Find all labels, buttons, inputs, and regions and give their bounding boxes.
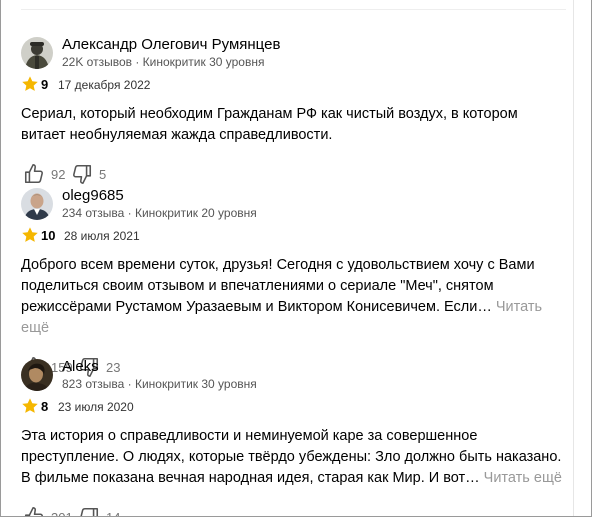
review-text: Эта история о справедливости и неминуемо… [21,426,566,489]
author-meta: 823 отзыва · Кинокритик 30 уровня [62,377,257,391]
divider [21,0,566,10]
dislike-count: 5 [99,166,107,182]
review-card: Aleks 823 отзыва · Кинокритик 30 уровня … [21,358,566,517]
like-button[interactable]: 92 [23,163,65,185]
review-text: Доброго всем времени суток, друзья! Сего… [21,255,566,339]
author-name[interactable]: oleg9685 [62,187,124,204]
rating-score: 10 [41,228,56,243]
author-avatar[interactable] [21,37,53,69]
review-text-body: Доброго всем времени суток, друзья! Сего… [21,257,535,315]
thumbs-up-icon [24,507,43,516]
dislike-button[interactable]: 5 [71,163,106,185]
like-count: 301 [51,509,73,517]
author-name[interactable]: Александр Олегович Румянцев [62,36,280,53]
thumbs-down-icon [80,507,99,516]
author-name[interactable]: Aleks [62,358,99,375]
scroll-rail[interactable] [573,0,574,516]
rating-score: 9 [41,77,49,92]
like-count: 92 [51,166,66,182]
vote-row: 301 14 [21,506,566,517]
dark-portrait-avatar [21,359,53,391]
vote-row: 92 5 [21,163,566,187]
author-meta: 22K отзывов · Кинокритик 30 уровня [62,55,265,69]
thumbs-up-icon [24,164,43,184]
review-text-body: Эта история о справедливости и неминуемо… [21,428,562,486]
review-date: 17 декабря 2022 [58,78,151,92]
rating-score: 8 [41,399,49,414]
star-icon [22,76,38,91]
star-icon [22,227,38,242]
soldier-photo-avatar [21,37,53,69]
rating-row: 10 28 июля 2021 [21,226,566,246]
review-text-body: Сериал, который необходим Гражданам РФ к… [21,106,518,143]
author-row: Aleks 823 отзыва · Кинокритик 30 уровня [21,358,566,395]
thumbs-down-icon [73,164,92,184]
review-card: Александр Олегович Румянцев 22K отзывов … [21,36,566,187]
man-photo-avatar [21,188,53,220]
review-text: Сериал, который необходим Гражданам РФ к… [21,104,566,146]
rating-row: 8 23 июля 2020 [21,397,566,417]
read-more-link[interactable]: Читать ещё [484,470,562,486]
author-avatar[interactable] [21,188,53,220]
review-date: 23 июля 2020 [58,400,134,414]
author-avatar[interactable] [21,359,53,391]
review-date: 28 июля 2021 [64,229,140,243]
author-meta: 234 отзыва · Кинокритик 20 уровня [62,206,257,220]
dislike-count: 14 [106,509,121,517]
star-icon [22,398,38,413]
author-row: oleg9685 234 отзыва · Кинокритик 20 уров… [21,187,566,224]
like-button[interactable]: 301 [23,506,73,517]
review-card: oleg9685 234 отзыва · Кинокритик 20 уров… [21,187,566,380]
dislike-button[interactable]: 14 [78,506,121,517]
rating-row: 9 17 декабря 2022 [21,75,566,95]
reviews-panel: Александр Олегович Румянцев 22K отзывов … [0,0,592,517]
author-row: Александр Олегович Румянцев 22K отзывов … [21,36,566,73]
